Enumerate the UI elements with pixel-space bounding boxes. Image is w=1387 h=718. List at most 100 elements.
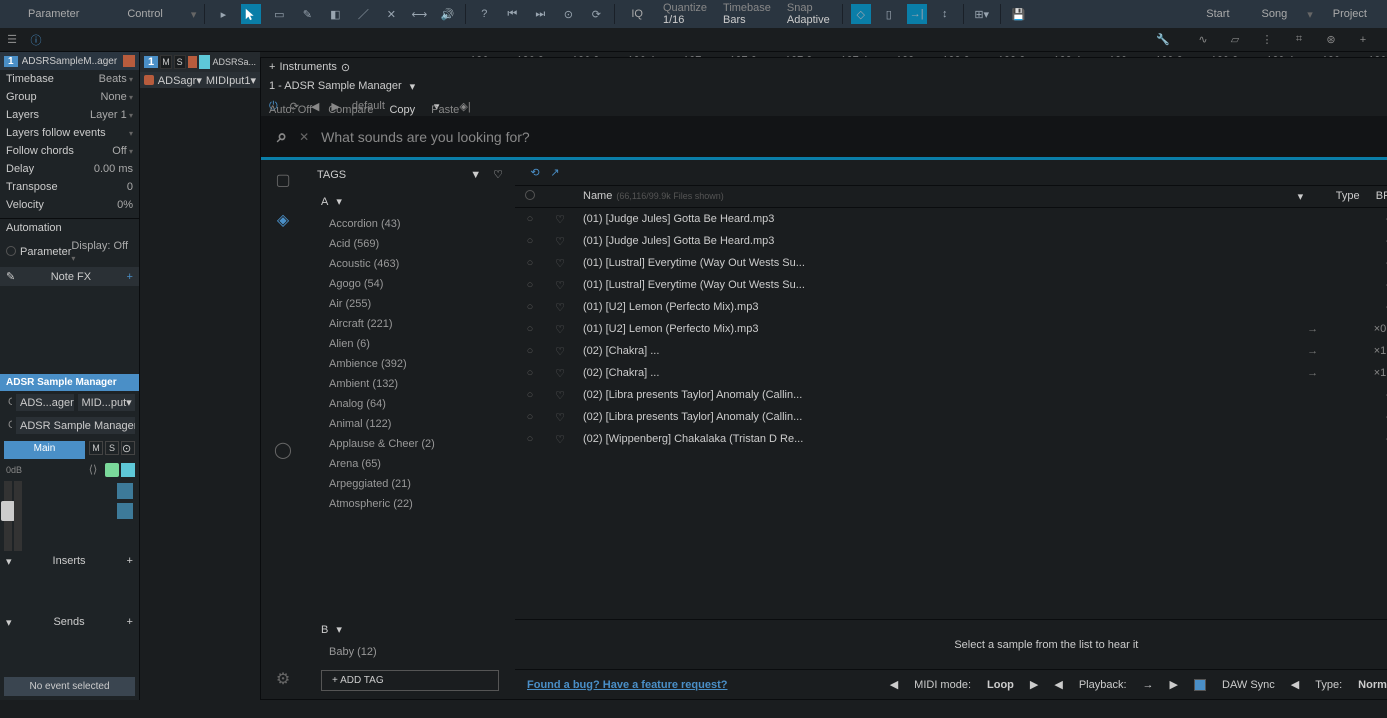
- add-notefx-icon[interactable]: +: [127, 271, 133, 283]
- out-value[interactable]: ADS...ager▾: [16, 394, 74, 411]
- table-row[interactable]: ○ ♡ (01) [Judge Jules] Gotta Be Heard.mp…: [515, 230, 1387, 252]
- insert-slot-2[interactable]: [117, 503, 133, 519]
- table-row[interactable]: ○ ♡ (02) [Chakra] ... → ×1.16 - HOUSETEC…: [515, 340, 1387, 362]
- table-row[interactable]: ○ ♡ (01) [U2] Lemon (Perfecto Mix).mp3 →…: [515, 318, 1387, 340]
- info-icon[interactable]: ⓘ: [24, 28, 48, 52]
- mute-button[interactable]: M: [89, 441, 103, 455]
- tag-item[interactable]: Applause & Cheer (2): [321, 434, 499, 454]
- tag-item[interactable]: Aircraft (221): [321, 314, 499, 334]
- table-row[interactable]: ○ ♡ (02) [Libra presents Taylor] Anomaly…: [515, 406, 1387, 428]
- tab-title[interactable]: Instruments: [279, 61, 336, 73]
- search-icon[interactable]: ⌕: [277, 126, 287, 147]
- row-heart-icon[interactable]: ♡: [545, 279, 575, 292]
- clip2[interactable]: MIDIput1▾: [206, 74, 256, 87]
- heart-icon[interactable]: ♡: [493, 168, 503, 181]
- tag-item[interactable]: Ambience (392): [321, 354, 499, 374]
- note-fx-label[interactable]: Note FX: [51, 271, 91, 283]
- snap-display[interactable]: SnapAdaptive: [783, 2, 834, 26]
- row-select-circle[interactable]: ○: [515, 235, 545, 247]
- col-type[interactable]: Type: [1328, 190, 1368, 203]
- shape4-icon[interactable]: ⊛: [1319, 28, 1343, 52]
- menu-icon[interactable]: ☰: [0, 28, 24, 52]
- collapse-a-icon[interactable]: ▾: [336, 195, 342, 208]
- letter-b[interactable]: B: [321, 624, 328, 636]
- shape3-icon[interactable]: ⌗: [1287, 28, 1311, 52]
- midi-value[interactable]: MID...put▾: [78, 394, 136, 411]
- add-send-icon[interactable]: +: [127, 616, 133, 629]
- row-select-circle[interactable]: ○: [515, 301, 545, 313]
- velocity-value[interactable]: 0%: [117, 199, 133, 211]
- compare-button[interactable]: Compare: [328, 104, 373, 116]
- row-heart-icon[interactable]: ♡: [545, 213, 575, 226]
- circle-icon[interactable]: ◯: [271, 438, 295, 462]
- row-select-circle[interactable]: ○: [515, 433, 545, 445]
- search-input[interactable]: [321, 129, 1387, 145]
- start-button[interactable]: Start: [1194, 4, 1241, 24]
- solo-button[interactable]: S: [105, 441, 119, 455]
- plugin-dropdown-icon[interactable]: ▾: [410, 80, 416, 93]
- paint-tool-icon[interactable]: ／: [353, 4, 373, 24]
- dawsync-checkbox[interactable]: [1194, 679, 1206, 691]
- tag-item[interactable]: Arpeggiated (21): [321, 474, 499, 494]
- tag-item[interactable]: Ambient (132): [321, 374, 499, 394]
- row-heart-icon[interactable]: ♡: [545, 411, 575, 424]
- tag-item[interactable]: Accordion (43): [321, 214, 499, 234]
- arrow-tool-icon[interactable]: [241, 4, 261, 24]
- next-playback-icon[interactable]: ▶: [1170, 678, 1178, 691]
- listen-tool-icon[interactable]: 🔊: [437, 4, 457, 24]
- pan-display[interactable]: ⟨⟩: [83, 463, 103, 477]
- row-select-circle[interactable]: ○: [515, 411, 545, 423]
- next-tool-icon[interactable]: ⏭: [530, 4, 550, 24]
- grid-icon[interactable]: ▯: [879, 4, 899, 24]
- zoom-tool-icon[interactable]: ⊙: [558, 4, 578, 24]
- timebase-display[interactable]: TimebaseBars: [719, 2, 775, 26]
- wrench-icon[interactable]: 🔧: [1151, 28, 1175, 52]
- row-select-circle[interactable]: ○: [515, 345, 545, 357]
- grid-view-icon[interactable]: ⊞▾: [972, 4, 992, 24]
- pin-icon[interactable]: ⊙: [341, 61, 350, 74]
- follow-chords-value[interactable]: Off: [112, 145, 133, 157]
- row-heart-icon[interactable]: ♡: [545, 345, 575, 358]
- param-radio[interactable]: [6, 246, 16, 256]
- tab-add-icon[interactable]: +: [269, 61, 275, 73]
- song-button[interactable]: Song: [1250, 4, 1300, 24]
- row-select-circle[interactable]: ○: [515, 323, 545, 335]
- row-heart-icon[interactable]: ♡: [545, 433, 575, 446]
- row-arrow-icon[interactable]: →: [1298, 323, 1328, 335]
- insert-slot-1[interactable]: [117, 483, 133, 499]
- timebase-value[interactable]: Beats: [99, 73, 133, 85]
- display-value[interactable]: Display: Off: [71, 240, 133, 264]
- transpose-value[interactable]: 0: [127, 181, 133, 193]
- erase-tool-icon[interactable]: ◧: [325, 4, 345, 24]
- sort-arrow-icon[interactable]: ▾: [1298, 190, 1328, 203]
- table-row[interactable]: ○ ♡ (02) [Chakra] ... → ×1.16 - HOUSETEC…: [515, 362, 1387, 384]
- type-value[interactable]: Normal: [1358, 679, 1387, 691]
- layers-follow-toggle[interactable]: [129, 127, 133, 139]
- row-select-circle[interactable]: ○: [515, 279, 545, 291]
- volume-fader[interactable]: [4, 481, 12, 551]
- layers-value[interactable]: Layer 1: [90, 109, 133, 121]
- auto-tool-icon[interactable]: ⟳: [586, 4, 606, 24]
- row-heart-icon[interactable]: ♡: [545, 301, 575, 314]
- prev-tool-icon[interactable]: ⏮: [502, 4, 522, 24]
- filter-icon[interactable]: ▼: [470, 169, 481, 181]
- quantize-display[interactable]: Quantize1/16: [659, 2, 711, 26]
- row-heart-icon[interactable]: ♡: [545, 235, 575, 248]
- table-row[interactable]: ○ ♡ (01) [Lustral] Everytime (Way Out We…: [515, 274, 1387, 296]
- main-label[interactable]: Main: [4, 441, 85, 459]
- delay-value[interactable]: 0.00 ms: [94, 163, 133, 175]
- plugin-title[interactable]: 1 - ADSR Sample Manager: [269, 80, 402, 92]
- export-icon[interactable]: ↗: [545, 166, 565, 179]
- row-heart-icon[interactable]: ♡: [545, 257, 575, 270]
- row-select-circle[interactable]: ○: [515, 389, 545, 401]
- midi-mode-value[interactable]: Loop: [987, 679, 1014, 691]
- prev-type-icon[interactable]: ◀: [1291, 678, 1299, 691]
- table-row[interactable]: ○ ♡ (01) [Lustral] Everytime (Way Out We…: [515, 252, 1387, 274]
- monitor-enable-button[interactable]: [121, 463, 135, 477]
- prev-midi-icon[interactable]: ◀: [890, 678, 898, 691]
- row-heart-icon[interactable]: ♡: [545, 389, 575, 402]
- tag-item[interactable]: Agogo (54): [321, 274, 499, 294]
- arr-solo[interactable]: S: [174, 55, 186, 69]
- prev-playback-icon[interactable]: ◀: [1054, 678, 1062, 691]
- folder-icon[interactable]: ▢: [271, 168, 295, 192]
